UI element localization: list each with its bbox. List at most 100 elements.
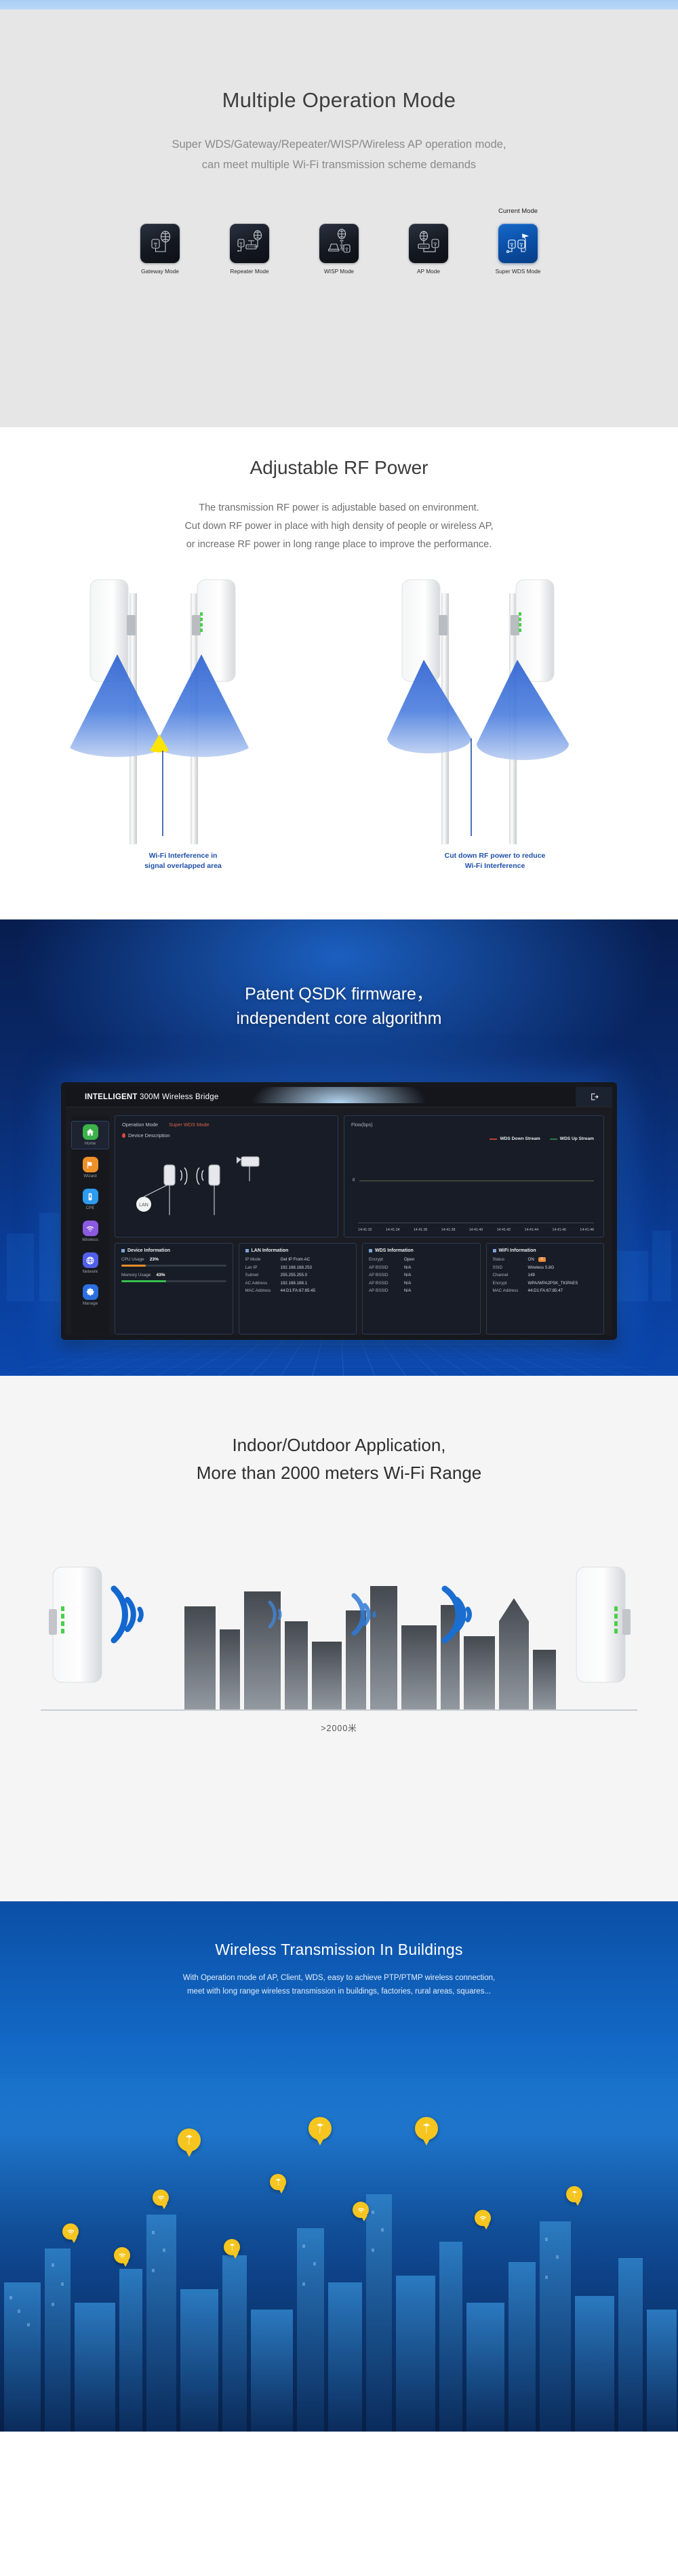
cpe-icon bbox=[82, 1189, 98, 1204]
section-qsdk-firmware: Patent QSDK firmware， independent core a… bbox=[0, 919, 678, 1376]
wisp-mode-icon bbox=[327, 229, 351, 253]
rf-caption-left: Wi-Fi Interference in signal overlapped … bbox=[64, 851, 302, 871]
rf-caption-right-line1: Cut down RF power to reduce bbox=[444, 852, 546, 860]
x-tick: 14:41:32 bbox=[358, 1228, 372, 1232]
dashboard-top-row: Operation Mode Super WDS Mode Device Des… bbox=[115, 1115, 604, 1237]
city-photo-backdrop bbox=[0, 2079, 678, 2432]
card-title-wds: WDS Information bbox=[369, 1248, 474, 1253]
flag-icon bbox=[82, 1157, 98, 1172]
rf-caption-right-line2: Wi-Fi Interference bbox=[464, 862, 525, 870]
mode-item-ap[interactable]: AP Mode bbox=[397, 224, 460, 275]
legend-swatch-down bbox=[490, 1138, 498, 1140]
rf-diagrams: Wi-Fi Interference in signal overlapped … bbox=[64, 573, 614, 871]
cpu-usage-fill bbox=[121, 1265, 146, 1267]
super-wds-mode-tile[interactable] bbox=[498, 224, 538, 263]
table-row: AC Address 192.168.188.1 bbox=[245, 1280, 308, 1286]
mode-label-repeater: Repeater Mode bbox=[230, 268, 269, 275]
gateway-mode-icon bbox=[151, 231, 171, 252]
dashboard-brand-bold: INTELLIGENT bbox=[85, 1092, 138, 1101]
table-row: MAC Address 44:D1:FA:67:85:45 bbox=[245, 1288, 316, 1293]
dashboard-brand-rest: 300M Wireless Bridge bbox=[137, 1092, 219, 1101]
device-description-row: Device Description bbox=[122, 1132, 331, 1138]
cpu-usage-bar bbox=[121, 1265, 226, 1267]
range-distance-label: >2000米 bbox=[321, 1724, 357, 1733]
wisp-mode-tile[interactable] bbox=[319, 224, 359, 263]
x-tick: 14:41:40 bbox=[468, 1228, 483, 1232]
qsdk-title-line2: independent core algorithm bbox=[236, 1009, 442, 1028]
antenna-pin-icon bbox=[275, 2178, 281, 2185]
sidebar-item-wireless[interactable]: Wireless bbox=[71, 1218, 109, 1245]
table-row: Channel 149 bbox=[492, 1273, 535, 1277]
sidebar-item-network[interactable]: Network bbox=[71, 1250, 109, 1277]
wifi-pin-icon bbox=[357, 2207, 364, 2213]
map-pin-antenna[interactable] bbox=[224, 2239, 247, 2259]
sidebar-item-home[interactable]: Home bbox=[71, 1121, 109, 1149]
rf-diagram-reduced: Cut down RF power to reduce Wi-Fi Interf… bbox=[376, 573, 614, 871]
sidebar-label-network: Network bbox=[82, 1269, 98, 1274]
mode-item-gateway[interactable]: Gateway Mode bbox=[129, 224, 191, 275]
memory-usage-bar bbox=[121, 1280, 226, 1282]
map-pin-antenna[interactable] bbox=[566, 2186, 589, 2206]
buildings-title: Wireless Transmission In Buildings bbox=[215, 1941, 463, 1958]
signal-pin-icon bbox=[119, 2253, 125, 2258]
mode-item-repeater[interactable]: Repeater Mode bbox=[218, 224, 281, 275]
sidebar-item-manage[interactable]: Manage bbox=[71, 1282, 109, 1309]
logout-button[interactable] bbox=[576, 1087, 612, 1107]
table-row: IP Mode Get IP From AC bbox=[245, 1257, 311, 1262]
sidebar-item-wizard[interactable]: Wizard bbox=[71, 1154, 109, 1181]
sidebar-label-wizard: Wizard bbox=[83, 1174, 97, 1178]
rf-caption-right: Cut down RF power to reduce Wi-Fi Interf… bbox=[376, 851, 614, 871]
card-device-information: Device Information CPU Usage 23% Memory U… bbox=[115, 1243, 233, 1334]
super-wds-mode-icon bbox=[506, 233, 529, 253]
sidebar-label-manage: Manage bbox=[82, 1301, 98, 1306]
map-pin-wifi[interactable] bbox=[475, 2210, 498, 2230]
card-title-wifi: WiFi Information bbox=[492, 1248, 598, 1253]
router-dashboard-monitor: INTELLIGENT 300M Wireless Bridge Home Wi… bbox=[61, 1082, 617, 1340]
map-pin-antenna[interactable] bbox=[270, 2174, 293, 2194]
x-tick: 14:41:36 bbox=[413, 1228, 428, 1232]
wifi-pin-icon bbox=[479, 2215, 486, 2221]
map-pin-wifi[interactable] bbox=[153, 2189, 176, 2209]
table-row: Encrypt WPA/WPA2PSK_TKIPAES bbox=[492, 1280, 578, 1286]
rf-body-line1: The transmission RF power is adjustable … bbox=[199, 502, 479, 513]
status-badge: 0 bbox=[538, 1257, 546, 1262]
range-scene bbox=[41, 1566, 637, 1711]
dashboard-main: Operation Mode Super WDS Mode Device Des… bbox=[109, 1115, 604, 1334]
qsdk-title-line1: Patent QSDK firmware， bbox=[245, 985, 433, 1004]
modes-subtitle: Super WDS/Gateway/Repeater/WISP/Wireless… bbox=[172, 134, 506, 175]
map-pin-signal[interactable] bbox=[114, 2247, 137, 2267]
mode-item-super-wds[interactable]: Current Mode Super WDS Mode bbox=[487, 207, 549, 275]
dashboard-brand: INTELLIGENT 300M Wireless Bridge bbox=[85, 1093, 218, 1101]
map-pin-antenna[interactable] bbox=[308, 2117, 332, 2145]
section-indoor-outdoor-range: Indoor/Outdoor Application, More than 20… bbox=[0, 1376, 678, 1901]
map-pin-wifi[interactable] bbox=[353, 2202, 376, 2221]
antenna-pin-icon bbox=[229, 2243, 235, 2251]
globe-icon bbox=[82, 1252, 98, 1268]
buildings-subtitle-line2: meet with long range wireless transmissi… bbox=[186, 1987, 492, 1996]
gateway-mode-tile[interactable] bbox=[140, 224, 180, 263]
lan-badge: LAN bbox=[139, 1203, 148, 1208]
map-pin-wifi[interactable] bbox=[62, 2223, 85, 2243]
table-row: AP BSSID N/A bbox=[369, 1273, 412, 1277]
mode-item-wisp[interactable]: WISP Mode bbox=[308, 224, 370, 275]
product-marketing-page: Multiple Operation Mode Super WDS/Gatewa… bbox=[0, 0, 678, 2432]
wifi-pin-icon bbox=[67, 2229, 74, 2234]
ap-mode-tile[interactable] bbox=[409, 224, 448, 263]
gear-icon bbox=[82, 1284, 98, 1300]
rf-body-line2: Cut down RF power in place with high den… bbox=[184, 521, 494, 532]
operation-mode-row: Operation Mode Super WDS Mode bbox=[122, 1122, 331, 1128]
card-title-lan: LAN Information bbox=[245, 1248, 351, 1253]
table-row: AP BSSID N/A bbox=[369, 1288, 412, 1293]
antenna-pin-icon bbox=[572, 2190, 577, 2198]
topology-panel: Operation Mode Super WDS Mode Device Des… bbox=[115, 1115, 338, 1237]
map-pin-antenna[interactable] bbox=[415, 2117, 438, 2145]
rf-overlap-illustration bbox=[70, 579, 249, 844]
sidebar-item-cpe[interactable]: CPE bbox=[71, 1186, 109, 1213]
range-illustration: >2000米 bbox=[41, 1526, 637, 1743]
sidebar-label-wireless: Wireless bbox=[82, 1237, 98, 1242]
flow-chart-legend: WDS Down Stream WDS Up Stream bbox=[490, 1136, 594, 1141]
repeater-mode-tile[interactable] bbox=[230, 224, 269, 263]
skyline bbox=[184, 1586, 556, 1709]
map-pin-antenna[interactable] bbox=[178, 2128, 201, 2157]
antenna-pin-icon bbox=[422, 2123, 431, 2133]
